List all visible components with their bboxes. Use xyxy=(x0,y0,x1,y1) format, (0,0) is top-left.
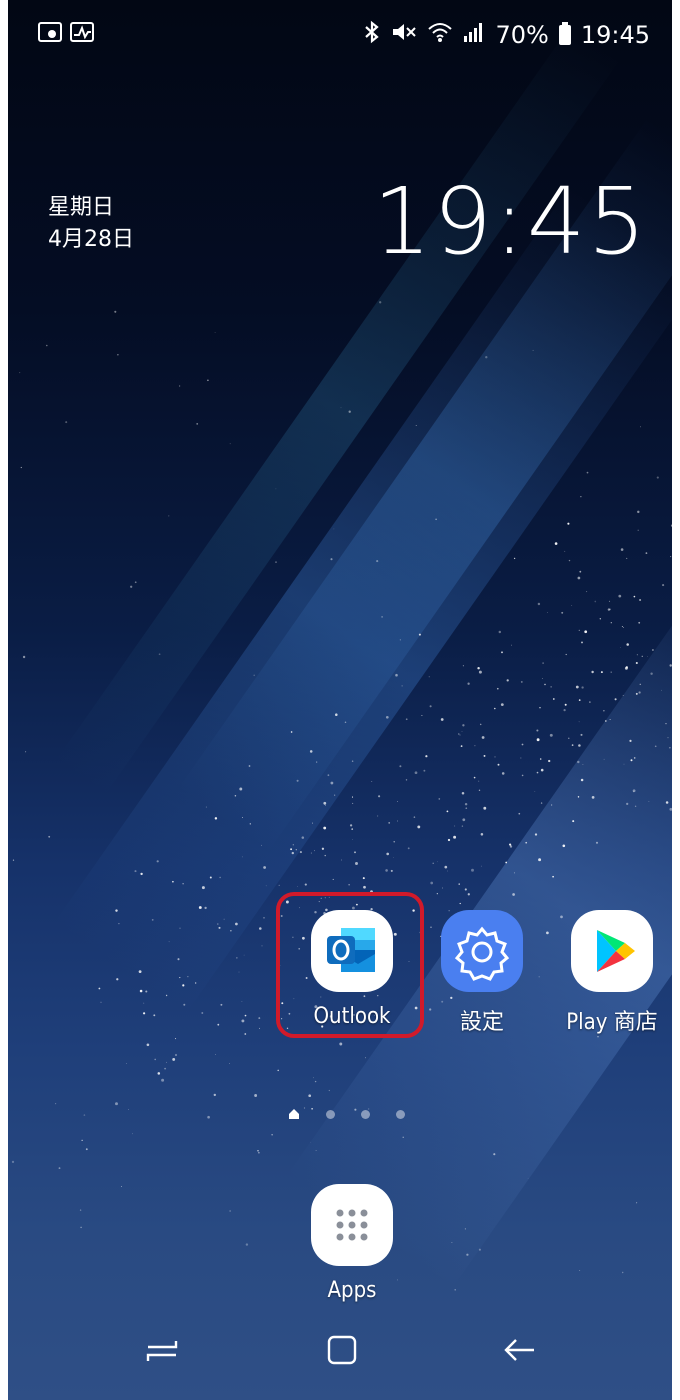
bluetooth-icon xyxy=(363,20,381,50)
outlook-highlight-box xyxy=(276,892,424,1038)
status-time: 19:45 xyxy=(580,21,650,49)
wallpaper-band xyxy=(55,24,621,796)
signal-icon xyxy=(463,21,485,49)
apps-drawer-button[interactable]: Apps xyxy=(287,1184,417,1303)
app-settings[interactable]: 設定 xyxy=(417,910,547,1036)
status-bar: 70% 19:45 xyxy=(8,0,672,72)
play-store-icon xyxy=(571,910,653,992)
recents-icon xyxy=(146,1341,178,1361)
wifi-icon xyxy=(427,21,453,49)
clock-time[interactable]: 19:45 xyxy=(373,168,648,275)
battery-percent: 70% xyxy=(495,21,549,49)
home-square-icon xyxy=(327,1335,357,1365)
page-dot xyxy=(326,1109,335,1119)
battery-icon xyxy=(558,22,571,45)
screenshot-icon xyxy=(38,22,62,42)
back-button[interactable] xyxy=(490,1324,550,1376)
page-indicator[interactable] xyxy=(288,1108,405,1120)
apps-grid-icon xyxy=(311,1184,393,1266)
navigation-bar xyxy=(8,1306,672,1400)
wallpaper-band xyxy=(54,185,672,1015)
home-page-icon xyxy=(289,1109,299,1119)
page-dot xyxy=(361,1109,370,1119)
app-label-settings: 設定 xyxy=(459,1010,504,1035)
home-screen: 70% 19:45 星期日 4月28日 19:45 Outlook 設定 Pla… xyxy=(8,0,672,1400)
home-button[interactable] xyxy=(312,1324,372,1376)
activity-icon xyxy=(70,22,94,42)
app-play-store[interactable]: Play 商店 xyxy=(547,910,672,1036)
mute-icon xyxy=(391,21,417,49)
apps-label: Apps xyxy=(327,1278,377,1303)
date-widget[interactable]: 星期日 4月28日 xyxy=(48,192,134,256)
weekday-label: 星期日 xyxy=(48,195,115,220)
back-arrow-icon xyxy=(504,1339,534,1361)
settings-icon xyxy=(441,910,523,992)
recents-button[interactable] xyxy=(132,1324,192,1376)
date-label: 4月28日 xyxy=(48,227,134,252)
page-dot xyxy=(396,1109,405,1119)
app-label-play-store: Play 商店 xyxy=(566,1010,658,1035)
